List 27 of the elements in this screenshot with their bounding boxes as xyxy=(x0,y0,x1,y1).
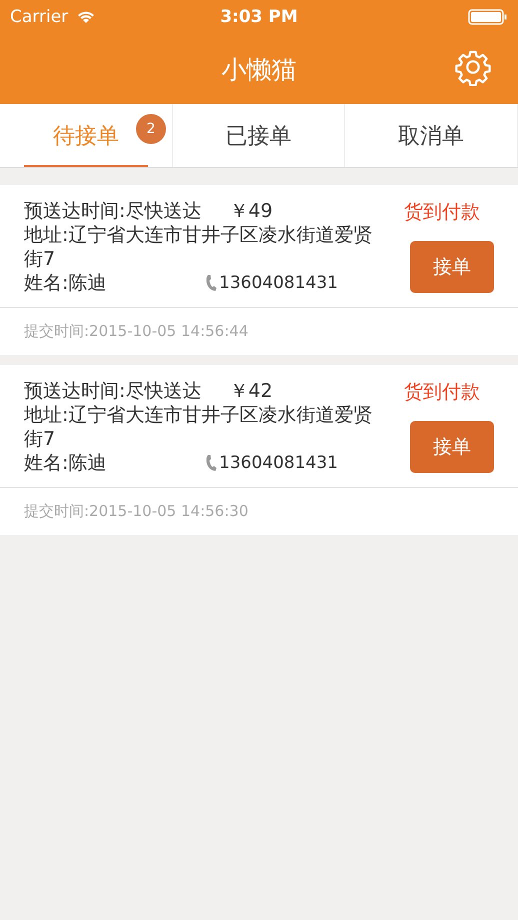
app-title: 小懒猫 xyxy=(222,54,296,86)
carrier-name: Carrier xyxy=(10,7,68,27)
accept-button[interactable]: 接单 xyxy=(410,421,494,473)
wifi-icon xyxy=(76,10,96,24)
phone-icon xyxy=(205,274,218,292)
battery-icon xyxy=(468,9,508,25)
submit-time: 提交时间:2015-10-05 14:56:30 xyxy=(23,501,250,522)
order-address: 地址:辽宁省大连市甘井子区凌水街道爱贤街7 xyxy=(24,403,374,451)
customer-name: 姓名:陈迪 xyxy=(24,451,106,475)
phone-number[interactable]: 13604081431 xyxy=(219,271,338,295)
tab[interactable]: 已接单 xyxy=(172,104,346,167)
phone-icon xyxy=(205,454,218,472)
phone-number[interactable]: 13604081431 xyxy=(219,451,338,475)
submit-time: 提交时间:2015-10-05 14:56:44 xyxy=(23,321,250,342)
order-price: ￥42 xyxy=(229,379,273,403)
payment-method: 货到付款 xyxy=(404,380,480,405)
customer-name: 姓名:陈迪 xyxy=(24,271,106,295)
delivery-time: 预送达时间:尽快送达 xyxy=(24,199,202,223)
status-time: 3:03 PM xyxy=(219,7,299,27)
tab[interactable]: 取消单 xyxy=(345,104,518,167)
count-badge: 2 xyxy=(136,114,166,144)
payment-method: 货到付款 xyxy=(404,200,480,225)
delivery-time: 预送达时间:尽快送达 xyxy=(24,379,202,403)
accept-button[interactable]: 接单 xyxy=(410,241,494,293)
order-address: 地址:辽宁省大连市甘井子区凌水街道爱贤街7 xyxy=(24,223,374,271)
settings-icon[interactable] xyxy=(454,48,492,86)
order-price: ￥49 xyxy=(229,199,273,223)
